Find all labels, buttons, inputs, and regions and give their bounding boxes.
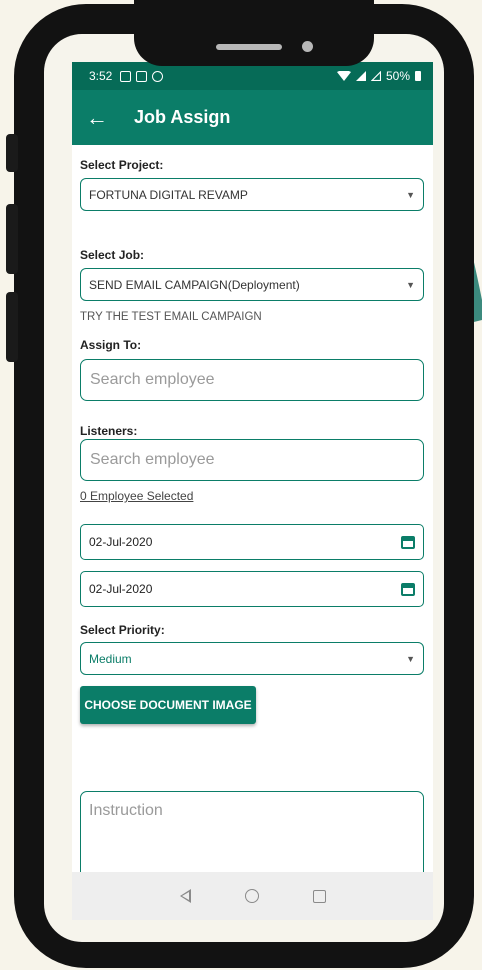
phone-speaker (216, 44, 282, 50)
listeners-search-input[interactable]: Search employee (80, 439, 424, 481)
battery-level: 50% (385, 69, 410, 83)
app-bar: ← Job Assign (72, 90, 433, 145)
chevron-down-icon: ▼ (406, 279, 415, 290)
signal-empty-icon (370, 71, 381, 81)
phone-side-button (6, 134, 18, 172)
back-arrow-icon[interactable]: ← (72, 105, 120, 131)
phone-volume-down-button (6, 292, 18, 362)
job-description: TRY THE TEST EMAIL CAMPAIGN (80, 311, 262, 323)
nav-recents-icon[interactable] (312, 889, 326, 903)
start-date-value: 02-Jul-2020 (89, 535, 153, 549)
phone-notch (134, 0, 374, 66)
calendar-icon[interactable] (401, 535, 415, 549)
app-screen: 3:52 50% ← Job Assign Select Project: FO… (72, 62, 433, 920)
android-navigation-bar (72, 872, 433, 920)
listeners-label: Listeners: (80, 424, 138, 438)
start-date-field[interactable]: 02-Jul-2020 (80, 524, 424, 560)
status-time: 3:52 (89, 69, 113, 83)
project-value: FORTUNA DIGITAL REVAMP (89, 187, 248, 202)
assign-to-label: Assign To: (80, 338, 142, 352)
assign-to-search-input[interactable]: Search employee (80, 359, 424, 401)
signal-icon (355, 71, 366, 81)
nav-home-icon[interactable] (244, 889, 259, 903)
chevron-down-icon: ▼ (406, 189, 415, 200)
instagram-icon (152, 70, 164, 82)
phone-volume-up-button (6, 204, 18, 274)
battery-icon (415, 71, 421, 81)
job-value: SEND EMAIL CAMPAIGN(Deployment) (89, 277, 300, 292)
job-dropdown[interactable]: SEND EMAIL CAMPAIGN(Deployment) ▼ (80, 268, 424, 301)
nav-back-icon[interactable] (179, 889, 191, 903)
select-priority-label: Select Priority: (80, 623, 165, 637)
choose-document-image-button[interactable]: CHOOSE DOCUMENT IMAGE (80, 686, 256, 724)
priority-dropdown[interactable]: Medium ▼ (80, 642, 424, 675)
status-right: 50% (336, 69, 421, 83)
page-title: Job Assign (134, 107, 231, 127)
end-date-field[interactable]: 02-Jul-2020 (80, 571, 424, 607)
priority-value: Medium (89, 651, 132, 666)
project-dropdown[interactable]: FORTUNA DIGITAL REVAMP ▼ (80, 178, 424, 211)
wifi-icon (336, 71, 351, 81)
notification-icon (120, 70, 132, 82)
mail-icon (136, 70, 148, 82)
select-project-label: Select Project: (80, 158, 164, 172)
phone-camera (302, 41, 313, 52)
end-date-value: 02-Jul-2020 (89, 582, 153, 596)
status-bar: 3:52 50% (72, 62, 433, 90)
calendar-icon[interactable] (401, 582, 415, 596)
select-job-label: Select Job: (80, 248, 145, 262)
employees-selected-link[interactable]: 0 Employee Selected (80, 489, 193, 503)
chevron-down-icon: ▼ (406, 653, 415, 664)
